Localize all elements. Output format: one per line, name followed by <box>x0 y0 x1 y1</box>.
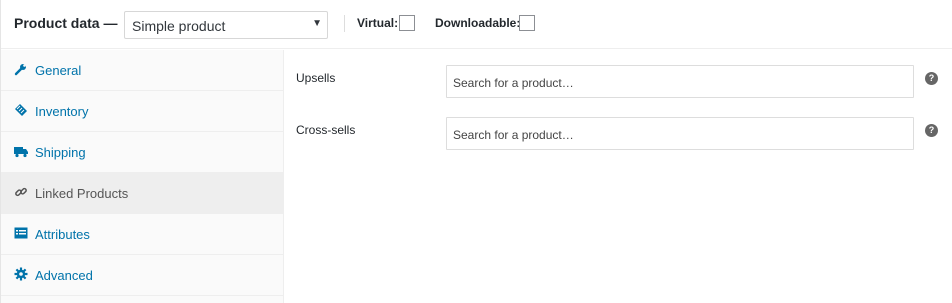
tab-label: General <box>35 63 82 78</box>
upsells-label: Upsells <box>296 71 336 85</box>
upsells-placeholder: Search for a product… <box>453 76 574 90</box>
tab-general[interactable]: General <box>1 50 283 91</box>
tab-linked-products[interactable]: Linked Products <box>1 173 283 214</box>
crosssells-placeholder: Search for a product… <box>453 128 574 142</box>
linked-products-panel: Upsells Search for a product… ? Cross-se… <box>284 50 952 303</box>
dropdown-arrow-icon: ▼ <box>312 18 322 29</box>
upsells-search-input[interactable]: Search for a product… <box>446 65 914 98</box>
tag-icon <box>15 104 27 116</box>
product-data-tabs: General Inventory Shipping Linked Produc… <box>1 50 284 303</box>
tab-label: Attributes <box>35 227 90 242</box>
tab-label: Shipping <box>35 145 86 160</box>
tab-label: Linked Products <box>35 186 129 201</box>
crosssells-search-input[interactable]: Search for a product… <box>446 117 914 150</box>
crosssells-help-icon[interactable]: ? <box>925 124 938 137</box>
header-separator <box>344 15 345 32</box>
list-icon <box>14 227 28 239</box>
product-type-value: Simple product <box>132 18 226 34</box>
virtual-label: Virtual: <box>357 16 399 30</box>
wrench-icon <box>14 64 26 76</box>
product-data-panel: Product data — Simple product ▼ Virtual:… <box>0 0 952 303</box>
tab-advanced[interactable]: Advanced <box>1 255 283 296</box>
tab-attributes[interactable]: Attributes <box>1 214 283 255</box>
product-data-title: Product data — <box>14 15 118 31</box>
tab-inventory[interactable]: Inventory <box>1 91 283 132</box>
upsells-help-icon[interactable]: ? <box>925 72 938 85</box>
gear-icon <box>14 267 28 281</box>
crosssells-label: Cross-sells <box>296 123 356 137</box>
product-type-select[interactable]: Simple product ▼ <box>124 11 328 39</box>
tab-label: Advanced <box>35 268 93 283</box>
downloadable-checkbox[interactable] <box>519 15 535 31</box>
tab-shipping[interactable]: Shipping <box>1 132 283 173</box>
truck-icon <box>14 147 28 158</box>
product-data-header: Product data — Simple product ▼ Virtual:… <box>1 0 952 49</box>
link-icon <box>15 187 27 197</box>
downloadable-label: Downloadable: <box>435 16 521 30</box>
virtual-checkbox[interactable] <box>399 15 415 31</box>
tab-label: Inventory <box>35 104 89 119</box>
